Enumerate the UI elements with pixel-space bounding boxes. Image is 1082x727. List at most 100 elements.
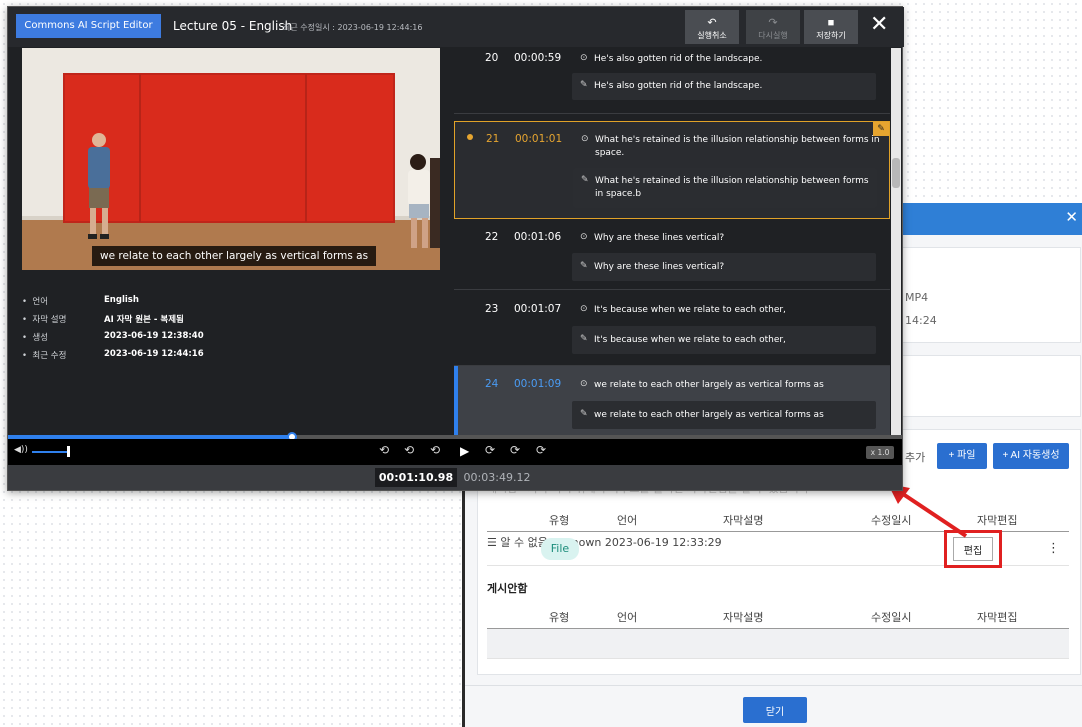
col-description: 자막설명 (723, 514, 764, 527)
subtitle-item[interactable]: 22 00:01:06 ⊙ Why are these lines vertic… (454, 220, 890, 290)
subtitle-list-scrollbar[interactable] (891, 48, 901, 436)
original-marker-icon: ⊙ (580, 232, 588, 242)
forward-10-icon[interactable]: ⟳ (536, 443, 546, 457)
info-value: AI 자막 원본 - 복제됨 (104, 315, 184, 325)
info-key: 생성 (32, 333, 49, 343)
published-table-header: 유형 언어 자막설명 수정일시 자막편집 (487, 504, 1069, 532)
original-marker-icon: ⊙ (580, 379, 588, 389)
subtitle-number: 20 (485, 52, 499, 64)
subtitle-edit-field[interactable]: ✎ He's also gotten rid of the landscape. (572, 73, 876, 100)
subtitle-edit-field[interactable]: ✎ Why are these lines vertical? (572, 253, 876, 281)
last-modified-text: 최근 수정일시 : 2023-06-19 12:44:16 (283, 23, 423, 32)
save-button[interactable]: ■ 저장하기 (804, 10, 858, 44)
type-badge: File (541, 538, 579, 560)
info-key: 자막 설명 (32, 315, 67, 325)
info-value: 2023-06-19 12:38:40 (104, 331, 204, 341)
info-key: 언어 (32, 297, 49, 307)
redo-button[interactable]: ↷ 다시실행 (746, 10, 800, 44)
subtitle-edit-field[interactable]: ✎ we relate to each other largely as ver… (572, 401, 876, 429)
rewind-10-icon[interactable]: ⟲ (379, 443, 389, 457)
subtitle-item-selected[interactable]: ✎ 21 00:01:01 ⊙ What he's retained is th… (454, 121, 890, 219)
unpublished-table-header: 유형 언어 자막설명 수정일시 자막편집 (487, 601, 1069, 629)
script-editor-window: Commons AI Script Editor Lecture 05 - En… (7, 6, 904, 491)
add-file-button[interactable]: + 파일 (937, 443, 987, 469)
more-options-icon[interactable]: ⋮ (1047, 541, 1060, 556)
subtitle-original: What he's retained is the illusion relat… (595, 135, 880, 158)
close-dialog-button[interactable]: 닫기 (743, 697, 807, 723)
subtitle-time[interactable]: 00:01:07 (514, 303, 561, 315)
col-type: 유형 (549, 611, 570, 624)
col-language: 언어 (617, 611, 638, 624)
app-badge: Commons AI Script Editor (16, 14, 161, 38)
subtitle-edited-text: What he's retained is the illusion relat… (595, 176, 869, 199)
col-language: 언어 (617, 514, 638, 527)
volume-slider[interactable] (32, 451, 68, 453)
subtitle-item[interactable]: 23 00:01:07 ⊙ It's because when we relat… (454, 292, 890, 366)
subtitle-edit-field[interactable]: ✎ It's because when we relate to each ot… (572, 326, 876, 354)
pencil-icon: ✎ (580, 334, 588, 344)
col-edit: 자막편집 (977, 514, 1018, 527)
total-time: 00:03:49.12 (463, 471, 531, 484)
lecture-title: Lecture 05 - English (173, 19, 293, 33)
play-icon[interactable]: ▶ (460, 444, 469, 458)
col-edit: 자막편집 (977, 611, 1018, 624)
original-marker-icon: ⊙ (580, 304, 588, 314)
col-type: 유형 (549, 514, 570, 527)
subtitle-item[interactable]: 20 00:00:59 ⊙ He's also gotten rid of th… (454, 48, 890, 114)
rewind-frame-icon[interactable]: ⟲ (430, 443, 440, 457)
volume-handle[interactable] (67, 446, 70, 457)
video-player[interactable]: we relate to each other largely as verti… (22, 48, 440, 270)
subtitle-edited-text: He's also gotten rid of the landscape. (594, 81, 763, 91)
scrollbar-thumb[interactable] (892, 158, 900, 188)
media-format: MP4 (905, 291, 929, 304)
drag-handle-icon[interactable]: ☰ (487, 536, 497, 549)
time-display: 00:01:10.98 00:03:49.12 (8, 465, 902, 490)
ai-generate-button[interactable]: + AI 자동생성 (993, 443, 1069, 469)
info-value: 2023-06-19 12:44:16 (104, 349, 204, 359)
info-key: 최근 수정 (32, 351, 67, 361)
subtitle-time[interactable]: 00:01:01 (515, 133, 562, 145)
pencil-icon: ✎ (580, 80, 588, 90)
subtitle-item-playing[interactable]: 24 00:01:09 ⊙ we relate to each other la… (454, 366, 890, 436)
col-description: 자막설명 (723, 611, 764, 624)
save-icon: ■ (827, 16, 835, 29)
subtitle-number: 23 (485, 303, 499, 315)
unpublished-section-title: 게시안함 (487, 582, 528, 595)
volume-icon[interactable]: ◀)) (14, 445, 28, 455)
undo-icon: ↶ (707, 16, 717, 29)
subtitle-list[interactable]: 20 00:00:59 ⊙ He's also gotten rid of th… (454, 48, 890, 436)
current-time: 00:01:10.98 (375, 468, 457, 487)
dialog-close-icon[interactable]: ✕ (1065, 208, 1078, 226)
forward-frame-icon[interactable]: ⟳ (485, 443, 495, 457)
media-duration: 14:24 (905, 314, 937, 327)
unsaved-dot-icon (467, 134, 473, 140)
rewind-1-icon[interactable]: ⟲ (404, 443, 414, 457)
subtitle-number: 21 (486, 133, 500, 145)
subtitle-original: It's because when we relate to each othe… (594, 305, 786, 315)
edit-subtitle-button[interactable]: 편집 (953, 537, 993, 561)
original-marker-icon: ⊙ (580, 53, 588, 63)
playback-speed[interactable]: x 1.0 (866, 446, 894, 459)
undo-button[interactable]: ↶ 실행취소 (685, 10, 739, 44)
subtitle-number: 24 (485, 378, 499, 390)
player-controls: ◀)) ⟲ ⟲ ⟲ ▶ ⟳ ⟳ ⟳ x 1.0 (8, 439, 902, 465)
empty-table-row (487, 629, 1069, 659)
subtitle-edit-field[interactable]: ✎ What he's retained is the illusion rel… (573, 168, 877, 208)
dialog-footer-divider (465, 685, 1082, 686)
save-label: 저장하기 (816, 30, 846, 40)
subtitle-time[interactable]: 00:01:09 (514, 378, 561, 390)
close-icon[interactable]: ✕ (870, 13, 888, 37)
redo-label: 다시실행 (758, 30, 788, 40)
subtitle-time[interactable]: 00:00:59 (514, 52, 561, 64)
subtitle-original: He's also gotten rid of the landscape. (594, 54, 763, 64)
add-label: 추가 (905, 451, 926, 464)
row-modified: 2023-06-19 12:33:29 (604, 536, 722, 549)
subtitle-time[interactable]: 00:01:06 (514, 231, 561, 243)
undo-label: 실행취소 (697, 30, 727, 40)
forward-1-icon[interactable]: ⟳ (510, 443, 520, 457)
subtitle-edited-text: It's because when we relate to each othe… (594, 335, 786, 345)
subtitle-original: we relate to each other largely as verti… (594, 380, 824, 390)
editor-header: Commons AI Script Editor Lecture 05 - En… (8, 7, 904, 47)
info-value: English (104, 295, 139, 305)
pencil-icon: ✎ (581, 175, 589, 185)
